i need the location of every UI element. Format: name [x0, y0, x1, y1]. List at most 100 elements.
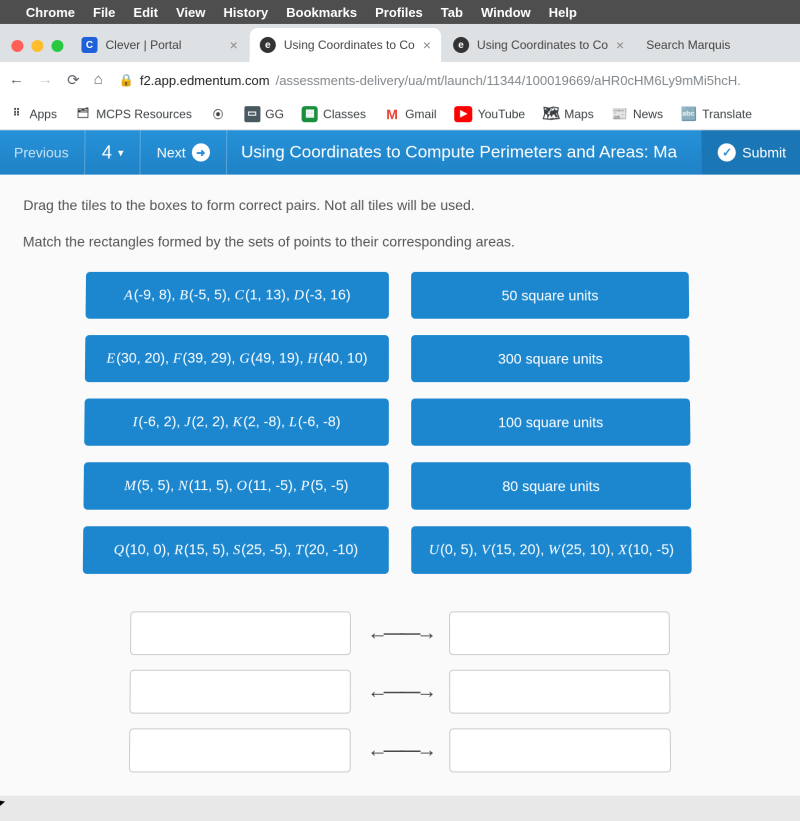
tab-active[interactable]: e Using Coordinates to Co × — [250, 28, 441, 62]
question-number-dropdown[interactable]: 4 ▾ — [86, 130, 141, 174]
menu-tab[interactable]: Tab — [441, 4, 463, 19]
tiles-container: A(-9, 8), B(-5, 5), C(1, 13), D(-3, 16) … — [18, 272, 781, 574]
menu-edit[interactable]: Edit — [133, 4, 158, 19]
tab-label: Clever | Portal — [105, 38, 181, 52]
bookmark-maps[interactable]: 🗺 Maps — [543, 106, 594, 122]
instruction-secondary: Match the rectangles formed by the sets … — [23, 233, 778, 249]
submit-label: Submit — [742, 144, 786, 160]
bookmark-item[interactable]: ⦿ — [210, 106, 226, 122]
news-icon: 📰 — [612, 106, 628, 122]
bookmark-gg[interactable]: ▭ GG — [244, 106, 284, 122]
menu-file[interactable]: File — [93, 4, 116, 19]
menu-bookmarks[interactable]: Bookmarks — [286, 4, 357, 19]
previous-button[interactable]: Previous — [0, 130, 86, 174]
url-path: /assessments-delivery/ua/mt/launch/11344… — [276, 73, 741, 88]
bookmark-youtube[interactable]: ▶ YouTube — [455, 106, 525, 122]
bookmark-mcps[interactable]: 🗂 MCPS Resources — [75, 106, 192, 122]
menu-view[interactable]: View — [176, 4, 206, 19]
menu-chrome[interactable]: Chrome — [26, 4, 75, 19]
close-tab-icon[interactable]: × — [229, 37, 237, 53]
arrow-right-icon: ➜ — [192, 143, 210, 161]
drop-box-right[interactable] — [449, 728, 671, 772]
maximize-window-button[interactable] — [51, 40, 63, 52]
tiles-column-left: A(-9, 8), B(-5, 5), C(1, 13), D(-3, 16) … — [83, 272, 389, 574]
bookmark-label: GG — [265, 107, 284, 121]
bookmark-label: Apps — [29, 107, 57, 121]
double-arrow-icon: ←——→ — [367, 680, 433, 704]
bookmark-label: Classes — [323, 107, 366, 121]
bookmark-classes[interactable]: ▦ Classes — [302, 106, 366, 122]
bookmark-gmail[interactable]: M Gmail — [384, 106, 437, 122]
tile-points-mnop[interactable]: M(5, 5), N(11, 5), O(11, -5), P(5, -5) — [83, 462, 388, 509]
tab-label: Search Marquis — [646, 38, 730, 52]
favicon-edmentum: e — [260, 37, 276, 53]
assessment-title: Using Coordinates to Compute Perimeters … — [227, 130, 702, 174]
folder-icon: ▭ — [244, 106, 260, 122]
tile-area-100[interactable]: 100 square units — [411, 399, 690, 446]
close-tab-icon[interactable]: × — [423, 37, 431, 53]
previous-label: Previous — [14, 144, 69, 160]
drop-box-right[interactable] — [449, 611, 670, 655]
bookmark-label: MCPS Resources — [96, 107, 192, 121]
browser-tab-bar: C Clever | Portal × e Using Coordinates … — [0, 24, 800, 62]
back-button[interactable]: ← — [9, 71, 24, 89]
menu-history[interactable]: History — [223, 4, 268, 19]
instruction-primary: Drag the tiles to the boxes to form corr… — [23, 197, 777, 213]
minimize-window-button[interactable] — [31, 40, 43, 52]
bookmark-news[interactable]: 📰 News — [612, 106, 663, 122]
home-button[interactable]: ⌂ — [94, 71, 103, 89]
drop-box-left[interactable] — [129, 670, 350, 714]
bookmark-label: News — [633, 107, 663, 121]
tile-points-ijkl[interactable]: I(-6, 2), J(2, 2), K(2, -8), L(-6, -8) — [84, 399, 389, 446]
tab-label: Using Coordinates to Co — [477, 38, 608, 52]
tile-area-300[interactable]: 300 square units — [411, 335, 690, 382]
folder-icon: 🗂 — [75, 106, 91, 122]
url-domain: f2.app.edmentum.com — [140, 73, 270, 88]
tab-search-marquis[interactable]: Search Marquis — [636, 28, 741, 62]
tile-area-50[interactable]: 50 square units — [411, 272, 689, 319]
tile-points-efgh[interactable]: E(30, 20), F(39, 29), G(49, 19), H(40, 1… — [85, 335, 389, 382]
favicon-edmentum: e — [453, 37, 469, 53]
question-content: Drag the tiles to the boxes to form corr… — [0, 175, 800, 796]
favicon-clever: C — [81, 37, 97, 53]
drop-box-left[interactable] — [130, 611, 351, 655]
drop-zones: ←——→ ←——→ ←——→ — [16, 611, 784, 772]
bookmark-apps[interactable]: ⠿ Apps — [8, 106, 57, 122]
maps-icon: 🗺 — [543, 106, 559, 122]
apps-icon: ⠿ — [8, 106, 24, 122]
drop-box-left[interactable] — [129, 728, 351, 772]
menu-help[interactable]: Help — [549, 4, 577, 19]
close-window-button[interactable] — [11, 40, 23, 52]
drop-box-right[interactable] — [449, 670, 670, 714]
close-tab-icon[interactable]: × — [616, 37, 624, 53]
tab-edmentum-2[interactable]: e Using Coordinates to Co × — [443, 28, 634, 62]
bookmark-label: Gmail — [405, 107, 436, 121]
bookmark-label: Maps — [564, 107, 594, 121]
menu-profiles[interactable]: Profiles — [375, 4, 423, 19]
bookmark-translate[interactable]: 🔤 Translate — [681, 106, 752, 122]
classes-icon: ▦ — [302, 106, 318, 122]
url-field[interactable]: 🔒 f2.app.edmentum.com/assessments-delive… — [119, 73, 741, 88]
forward-button[interactable]: → — [38, 71, 53, 89]
tab-clever[interactable]: C Clever | Portal × — [71, 28, 248, 62]
tiles-column-right: 50 square units 300 square units 100 squ… — [411, 272, 717, 574]
drop-row: ←——→ — [129, 670, 670, 714]
next-button[interactable]: Next ➜ — [140, 130, 227, 174]
tile-points-qrst[interactable]: Q(10, 0), R(15, 5), S(25, -5), T(20, -10… — [83, 526, 389, 574]
check-icon: ✓ — [718, 143, 736, 161]
reload-button[interactable]: ⟳ — [67, 71, 80, 89]
tile-points-uvwx[interactable]: U(0, 5), V(15, 20), W(25, 10), X(10, -5) — [411, 526, 692, 574]
circle-icon: ⦿ — [210, 106, 226, 122]
menu-window[interactable]: Window — [481, 4, 531, 19]
youtube-icon: ▶ — [455, 106, 473, 122]
window-controls — [7, 40, 71, 62]
bookmark-label: Translate — [702, 107, 752, 121]
double-arrow-icon: ←——→ — [367, 738, 433, 762]
tile-points-abcd[interactable]: A(-9, 8), B(-5, 5), C(1, 13), D(-3, 16) — [86, 272, 389, 319]
gmail-icon: M — [384, 106, 400, 122]
bookmark-label: YouTube — [478, 107, 525, 121]
submit-button[interactable]: ✓ Submit — [702, 130, 800, 174]
tile-area-80[interactable]: 80 square units — [411, 462, 691, 509]
lock-icon: 🔒 — [119, 73, 134, 87]
assessment-header: Previous 4 ▾ Next ➜ Using Coordinates to… — [0, 130, 800, 174]
